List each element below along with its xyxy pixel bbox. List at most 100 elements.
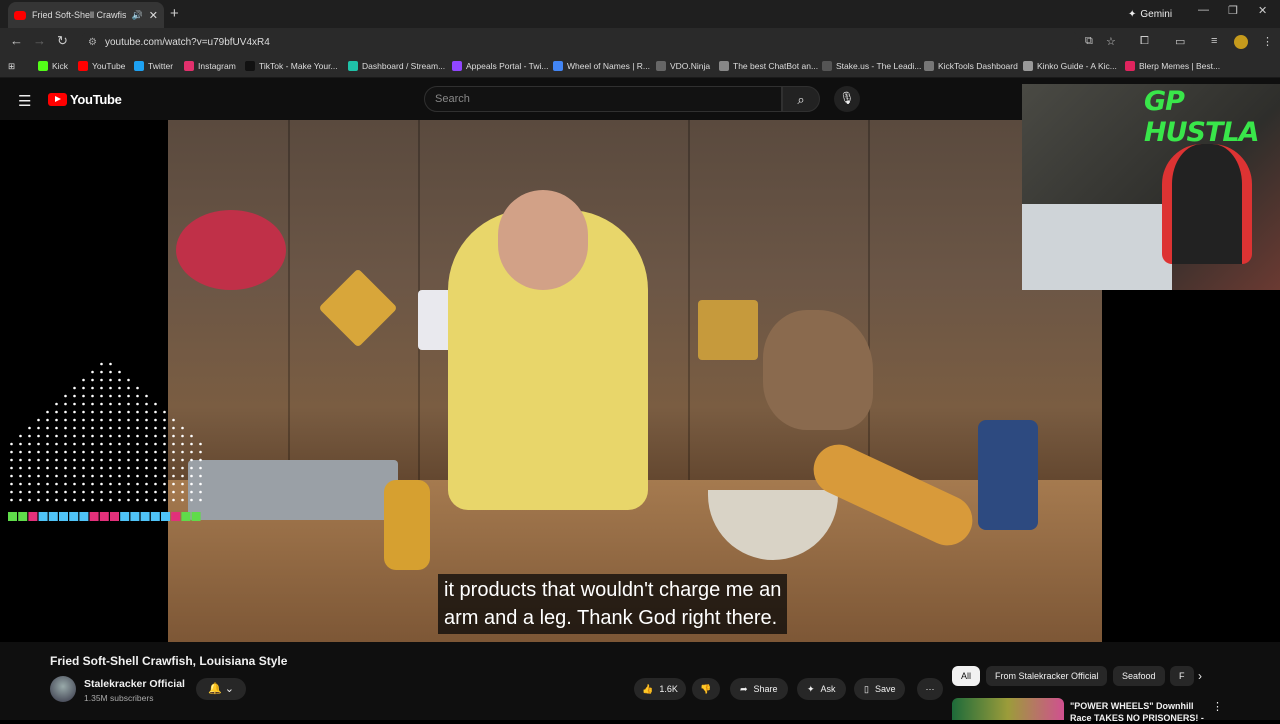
bookmark-instagram[interactable]: Instagram	[184, 61, 236, 71]
forward-button[interactable]: →	[33, 33, 46, 48]
bookmark-kick[interactable]: Kick	[38, 61, 68, 71]
youtube-play-icon	[48, 93, 67, 106]
address-bar[interactable]: ⚙ youtube.com/watch?v=u79bfUV4xR4	[80, 31, 1080, 53]
mustard-bottle	[384, 480, 430, 570]
install-app-icon[interactable]: ⧉	[1085, 35, 1093, 48]
visualizer-dot	[55, 442, 58, 446]
recommended-video-title[interactable]: "POWER WHEELS" Downhill Race TAKES NO PR…	[1070, 700, 1210, 724]
ask-button[interactable]: ✦ Ask	[797, 678, 846, 700]
chip-from-channel[interactable]: From Stalekracker Official	[986, 666, 1108, 686]
video-player[interactable]: it products that wouldn't charge me an a…	[0, 84, 1280, 642]
bookmark-kicktools[interactable]: KickTools Dashboard	[924, 61, 1018, 71]
profile-avatar[interactable]	[1234, 35, 1248, 49]
visualizer-bar	[120, 512, 130, 521]
youtube-wordmark: YouTube	[70, 92, 122, 107]
chevron-right-icon[interactable]: ›	[1198, 669, 1202, 683]
extensions-icon[interactable]: ⧠	[1140, 35, 1149, 48]
visualizer-dot	[100, 450, 103, 454]
more-actions-button[interactable]: ⋯	[917, 678, 943, 700]
bookmark-label: YouTube	[92, 61, 126, 71]
liquor-bottle	[978, 420, 1038, 530]
bookmark-icon: ▯	[864, 683, 869, 694]
close-window-button[interactable]: ✕	[1258, 4, 1267, 17]
visualizer-dot	[118, 498, 121, 502]
visualizer-dot	[73, 402, 76, 406]
visualizer-dot	[109, 474, 112, 478]
bookmark-chatbot[interactable]: The best ChatBot an...	[719, 61, 818, 71]
notification-bell-button[interactable]: 🔔 ⌄	[196, 678, 246, 700]
visualizer-dot	[136, 402, 139, 406]
bookmark-dashboard[interactable]: Dashboard / Stream...	[348, 61, 445, 71]
visualizer-dot	[82, 386, 85, 390]
youtube-logo[interactable]: YouTube	[48, 92, 122, 107]
visualizer-dot	[10, 482, 13, 486]
dislike-button[interactable]: 👎	[692, 678, 720, 700]
new-tab-button[interactable]: +	[170, 5, 179, 22]
like-button[interactable]: 👍 1.6K	[634, 678, 686, 700]
visualizer-bar	[110, 512, 119, 521]
visualizer-dot	[100, 482, 103, 486]
visualizer-dot	[55, 458, 58, 462]
visualizer-dot	[100, 458, 103, 462]
kinko-icon	[1023, 61, 1033, 71]
video-frame[interactable]: it products that wouldn't charge me an a…	[168, 120, 1102, 642]
gemini-button[interactable]: ✦ Gemini	[1120, 5, 1180, 23]
bookmark-label: Instagram	[198, 61, 236, 71]
bookmark-wheel[interactable]: Wheel of Names | R...	[553, 61, 650, 71]
restore-button[interactable]: ❐	[1228, 4, 1238, 17]
recommended-video-thumbnail[interactable]	[952, 698, 1064, 720]
browser-tab[interactable]: Fried Soft-Shell Crawfish, Lo 🔊 ✕	[8, 2, 164, 28]
channel-name[interactable]: Stalekracker Official	[84, 678, 185, 690]
chip-seafood[interactable]: Seafood	[1113, 666, 1165, 686]
close-tab-icon[interactable]: ✕	[149, 9, 158, 22]
menu-icon[interactable]: ☰	[18, 92, 31, 110]
bookmark-blerp[interactable]: Blerp Memes | Best...	[1125, 61, 1220, 71]
visualizer-dot	[172, 434, 175, 438]
visualizer-dot	[91, 378, 94, 382]
browser-menu-icon[interactable]: ⋮	[1262, 35, 1273, 48]
bookmark-youtube[interactable]: YouTube	[78, 61, 125, 71]
visualizer-dot	[145, 426, 148, 430]
visualizer-dot	[19, 474, 22, 478]
minimize-button[interactable]: —	[1198, 4, 1209, 16]
visualizer-dot	[109, 434, 112, 438]
visualizer-dot	[109, 442, 112, 446]
back-button[interactable]: ←	[10, 33, 23, 48]
cast-icon[interactable]: ▭	[1175, 35, 1185, 48]
bookmark-vdo[interactable]: VDO.Ninja	[656, 61, 710, 71]
visualizer-dot	[64, 394, 67, 398]
audio-playing-icon[interactable]: 🔊	[132, 10, 143, 21]
site-info-icon[interactable]: ⚙	[88, 37, 97, 48]
apps-grid-icon[interactable]: ⊞	[8, 61, 15, 72]
visualizer-bar	[79, 512, 89, 521]
media-controls-icon[interactable]: ≡	[1211, 35, 1217, 47]
visualizer-dot	[118, 370, 121, 374]
visualizer-dot	[190, 474, 193, 478]
bookmark-tiktok[interactable]: TikTok - Make Your...	[245, 61, 338, 71]
visualizer-dot	[109, 450, 112, 454]
share-button[interactable]: ➦ Share	[730, 678, 788, 700]
visualizer-dot	[163, 418, 166, 422]
search-button[interactable]: ⌕	[782, 86, 820, 112]
visualizer-dot	[37, 458, 40, 462]
more-vertical-icon[interactable]: ⋮	[1212, 700, 1223, 713]
visualizer-dot	[91, 418, 94, 422]
bookmark-kinko[interactable]: Kinko Guide - A Kic...	[1023, 61, 1117, 71]
chip-all[interactable]: All	[952, 666, 981, 686]
bookmark-stake[interactable]: Stake.us - The Leadi...	[822, 61, 921, 71]
visualizer-dot	[64, 466, 67, 470]
search-input[interactable]: Search	[424, 86, 782, 112]
caption-line-1: it products that wouldn't charge me an	[444, 579, 782, 601]
visualizer-dot	[127, 490, 130, 494]
reload-button[interactable]: ↻	[57, 33, 68, 49]
visualizer-dot	[55, 410, 58, 414]
voice-search-button[interactable]: 🎙	[834, 86, 860, 112]
bookmark-star-icon[interactable]: ☆	[1106, 35, 1116, 48]
channel-avatar[interactable]	[50, 676, 76, 702]
bookmark-twitter[interactable]: Twitter	[134, 61, 173, 71]
bookmark-appeals[interactable]: Appeals Portal - Twi...	[452, 61, 549, 71]
chip-truncated[interactable]: F	[1170, 666, 1194, 686]
visualizer-dot	[109, 458, 112, 462]
save-button[interactable]: ▯ Save	[854, 678, 906, 700]
visualizer-dot	[190, 458, 193, 462]
